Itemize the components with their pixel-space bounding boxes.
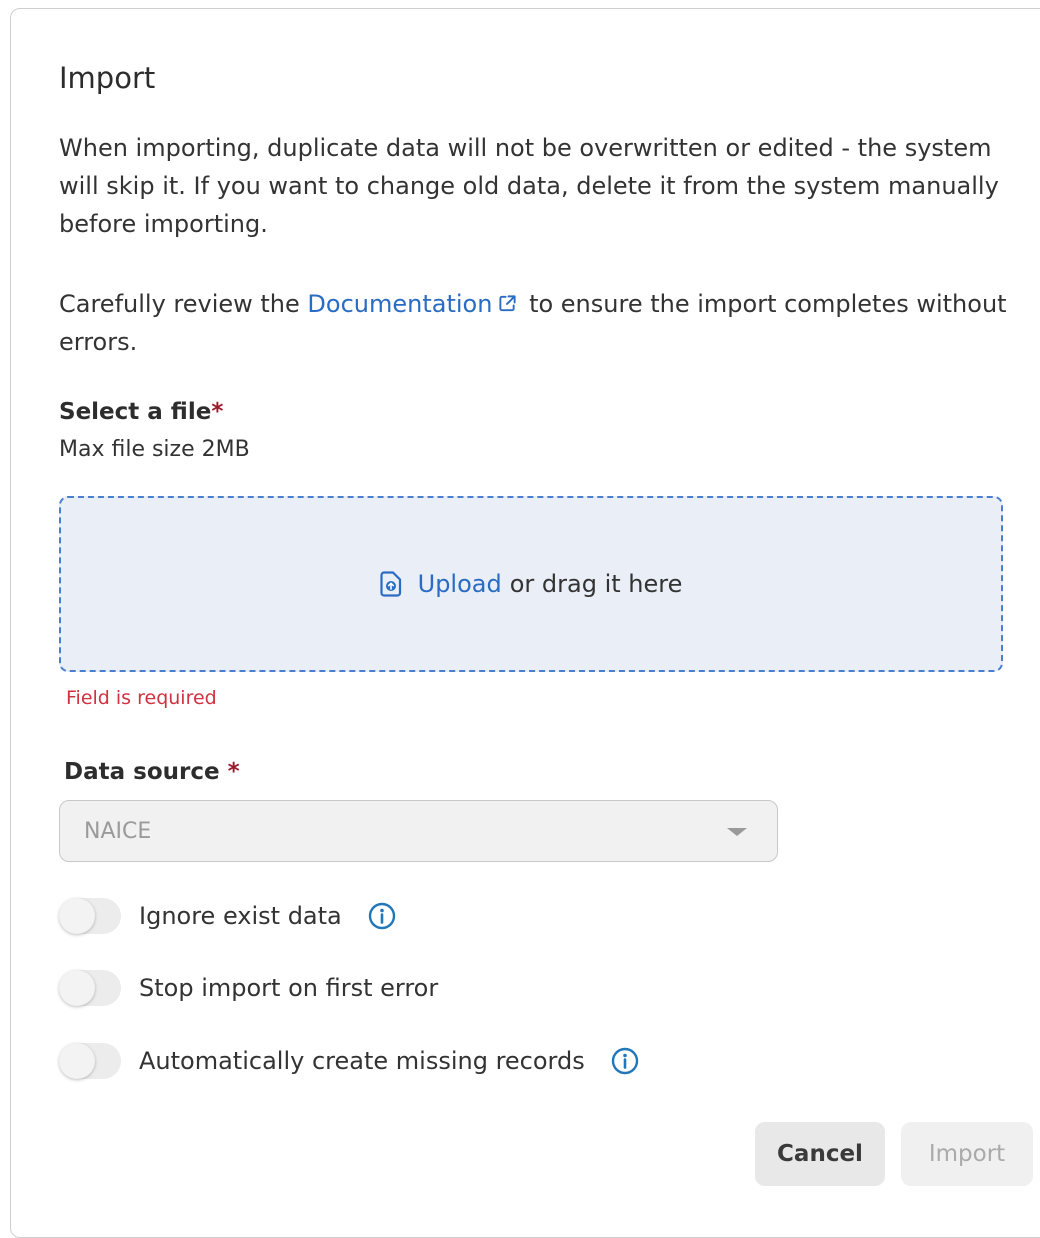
documentation-link[interactable]: Documentation — [307, 290, 492, 318]
data-source-value: NAICE — [84, 818, 152, 844]
info-icon[interactable] — [368, 902, 396, 930]
import-button[interactable]: Import — [901, 1122, 1033, 1186]
dialog-title: Import — [59, 61, 156, 95]
data-source-label: Data source * — [64, 759, 240, 785]
upload-file-icon — [380, 571, 401, 597]
data-source-select[interactable]: NAICE — [59, 800, 778, 862]
file-size-hint: Max file size 2MB — [59, 437, 250, 462]
required-mark: * — [211, 399, 224, 425]
documentation-note: Carefully review the Documentation to en… — [59, 285, 1009, 361]
import-dialog: Import When importing, duplicate data wi… — [10, 8, 1040, 1238]
external-link-icon[interactable] — [498, 294, 517, 313]
toggle-label: Stop import on first error — [139, 974, 439, 1002]
file-label-text: Select a file — [59, 399, 212, 425]
upload-link[interactable]: Upload — [418, 570, 502, 598]
documentation-note-prefix: Carefully review the — [59, 290, 308, 318]
toggle-label: Ignore exist data — [139, 902, 342, 930]
import-description: When importing, duplicate data will not … — [59, 134, 999, 238]
stop-on-error-toggle[interactable] — [59, 970, 121, 1006]
ignore-existing-toggle[interactable] — [59, 898, 121, 934]
toggle-row-stop-on-error: Stop import on first error — [59, 967, 438, 1009]
file-error-message: Field is required — [66, 687, 217, 709]
chevron-down-icon — [727, 828, 747, 836]
create-missing-records-toggle[interactable] — [59, 1043, 121, 1079]
toggle-knob — [59, 970, 95, 1006]
toggle-knob — [59, 898, 95, 934]
toggle-label: Automatically create missing records — [139, 1047, 585, 1075]
info-icon[interactable] — [611, 1047, 639, 1075]
toggle-row-create-missing: Automatically create missing records — [59, 1040, 639, 1082]
file-label: Select a file* — [59, 399, 223, 425]
cancel-button[interactable]: Cancel — [755, 1122, 885, 1186]
drag-text: or drag it here — [509, 570, 683, 598]
file-dropzone[interactable]: Upload or drag it here — [59, 496, 1003, 672]
data-source-label-text: Data source — [64, 759, 220, 785]
toggle-row-ignore-existing: Ignore exist data — [59, 895, 396, 937]
toggle-knob — [59, 1043, 95, 1079]
required-mark: * — [227, 759, 240, 785]
